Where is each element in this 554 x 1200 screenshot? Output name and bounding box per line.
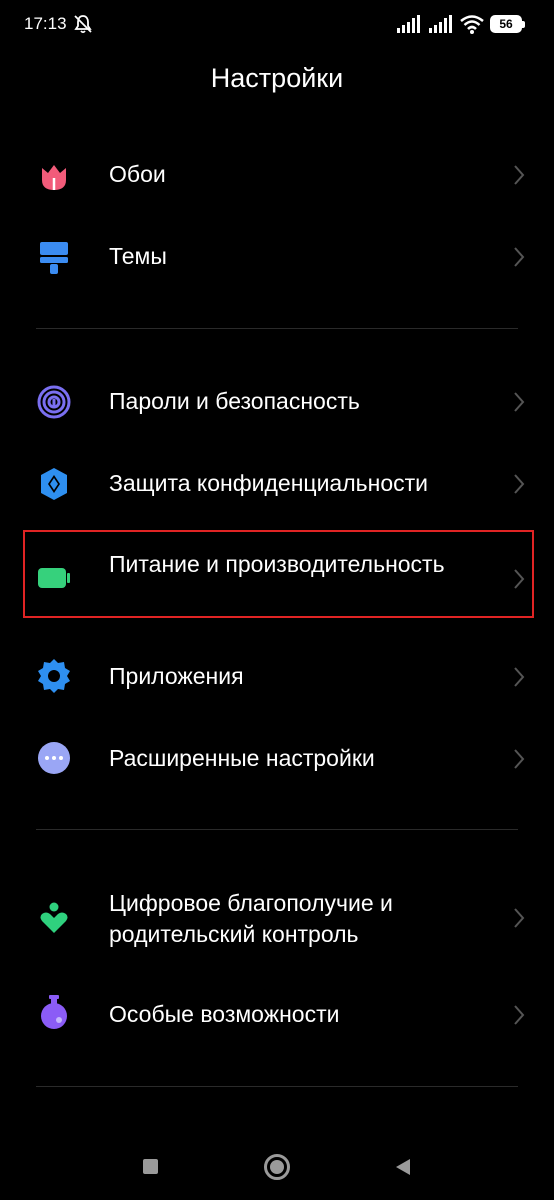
- settings-item-label: Особые возможности: [109, 1001, 340, 1027]
- settings-item-advanced[interactable]: Расширенные настройки: [0, 734, 554, 784]
- recent-apps-icon[interactable]: [143, 1159, 158, 1174]
- navigation-bar: [0, 1130, 554, 1200]
- chevron-right-icon: [514, 392, 525, 412]
- chevron-right-icon: [514, 749, 525, 769]
- settings-item-themes[interactable]: Темы: [0, 232, 554, 282]
- wallpaper-icon: [42, 165, 66, 190]
- status-time: 17:13: [24, 14, 67, 33]
- chevron-right-icon: [514, 667, 525, 687]
- chevron-right-icon: [514, 474, 525, 494]
- divider: [36, 328, 518, 329]
- settings-item-apps[interactable]: Приложения: [0, 652, 554, 702]
- settings-item-label: Расширенные настройки: [109, 745, 375, 771]
- privacy-shield-icon: [41, 468, 67, 500]
- chevron-right-icon: [514, 247, 525, 267]
- settings-item-label: Цифровое благополучие и родительский кон…: [109, 890, 393, 947]
- signal-icon: [397, 15, 420, 33]
- more-icon: [38, 742, 70, 774]
- settings-item-accessibility[interactable]: Особые возможности: [0, 990, 554, 1040]
- divider: [36, 1086, 518, 1087]
- home-icon[interactable]: [264, 1154, 290, 1180]
- divider: [36, 829, 518, 830]
- accessibility-icon: [41, 995, 67, 1029]
- settings-item-privacy-protection[interactable]: Защита конфиденциальности: [0, 459, 554, 509]
- chevron-right-icon: [514, 165, 525, 185]
- page-title: Настройки: [210, 63, 344, 93]
- settings-item-passwords-security[interactable]: Пароли и безопасность: [0, 377, 554, 427]
- wifi-icon: [460, 15, 484, 34]
- settings-item-label: Пароли и безопасность: [109, 388, 360, 414]
- settings-item-digital-wellbeing[interactable]: Цифровое благополучие и родительский кон…: [0, 878, 554, 958]
- settings-item-label: Защита конфиденциальности: [109, 470, 429, 496]
- settings-item-label: Приложения: [109, 663, 244, 689]
- chevron-right-icon: [514, 569, 525, 589]
- gear-icon: [38, 659, 70, 693]
- wellbeing-icon: [40, 902, 68, 933]
- back-icon[interactable]: [394, 1157, 412, 1177]
- settings-item-battery-performance[interactable]: Питание и производительность: [0, 534, 554, 614]
- fingerprint-icon: [37, 385, 71, 419]
- settings-item-label: Темы: [109, 243, 167, 269]
- chevron-right-icon: [514, 908, 525, 928]
- mute-icon: [74, 15, 92, 34]
- signal-icon: [429, 15, 452, 33]
- status-bar: 17:13 56: [0, 0, 554, 50]
- settings-item-label: Питание и производительность: [109, 551, 445, 577]
- battery-icon: [38, 568, 70, 588]
- chevron-right-icon: [514, 1005, 525, 1025]
- battery-icon: 56: [490, 15, 525, 33]
- settings-item-wallpaper[interactable]: Обои: [0, 150, 554, 200]
- settings-item-label: Обои: [109, 161, 166, 187]
- themes-icon: [40, 242, 68, 274]
